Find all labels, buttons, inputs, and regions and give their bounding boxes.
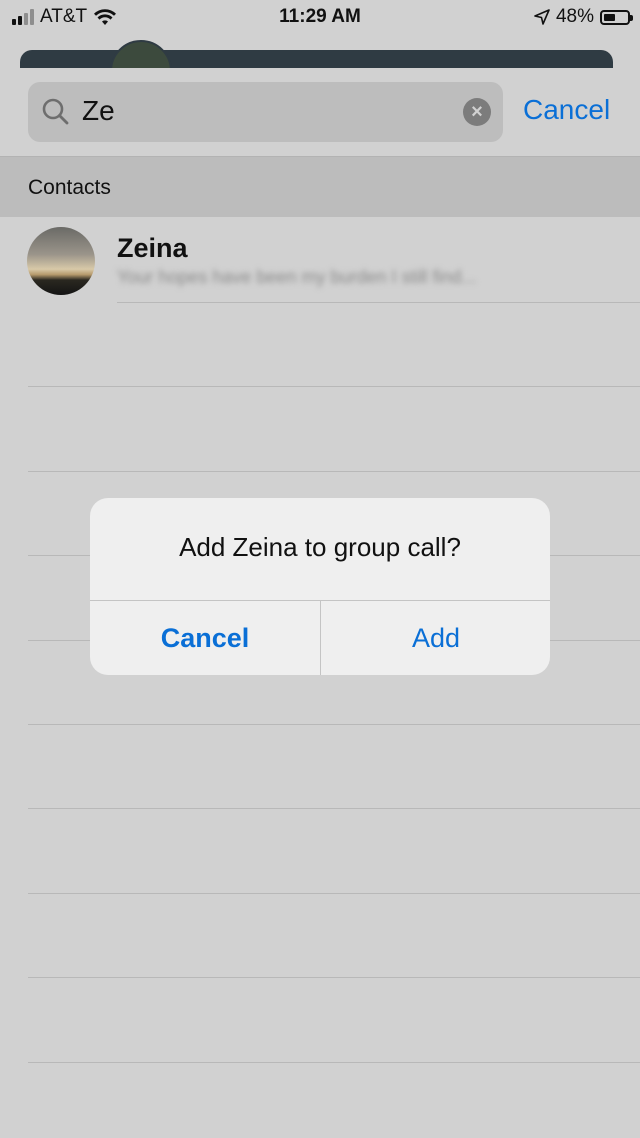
row-separator [28,977,640,978]
contact-name: Zeina [117,233,188,263]
location-arrow-icon [534,9,550,25]
battery-percent: 48% [555,6,594,27]
search-field[interactable]: Ze × [28,82,503,142]
row-separator [28,386,640,387]
row-separator [28,471,640,472]
battery-fill [604,13,615,21]
alert-title: Add Zeina to group call? [179,532,461,562]
contact-row[interactable]: Zeina Your hopes have been my burden I s… [0,217,640,303]
contact-message-preview: Your hopes have been my burden I still f… [117,267,477,287]
row-separator [28,808,640,809]
alert-dialog: Add Zeina to group call? Cancel Add [90,498,550,675]
search-icon [42,98,69,125]
avatar [27,227,95,295]
status-bar-right: 48% [534,6,633,28]
alert-add-button[interactable]: Add [321,601,550,675]
section-title: Contacts [28,176,111,199]
row-separator [28,1062,640,1063]
row-separator [117,302,640,303]
row-separator [28,724,640,725]
battery-icon [600,9,633,25]
row-separator [28,893,640,894]
search-input[interactable]: Ze [82,95,115,127]
section-header-contacts: Contacts [0,157,640,217]
clear-icon[interactable]: × [463,98,491,126]
status-bar: AT&T 11:29 AM 48% [0,0,640,36]
alert-cancel-button[interactable]: Cancel [90,601,320,675]
search-cancel-button[interactable]: Cancel [523,94,610,126]
screen: AT&T 11:29 AM 48% Ze × Cancel Contacts Z… [0,0,640,1138]
